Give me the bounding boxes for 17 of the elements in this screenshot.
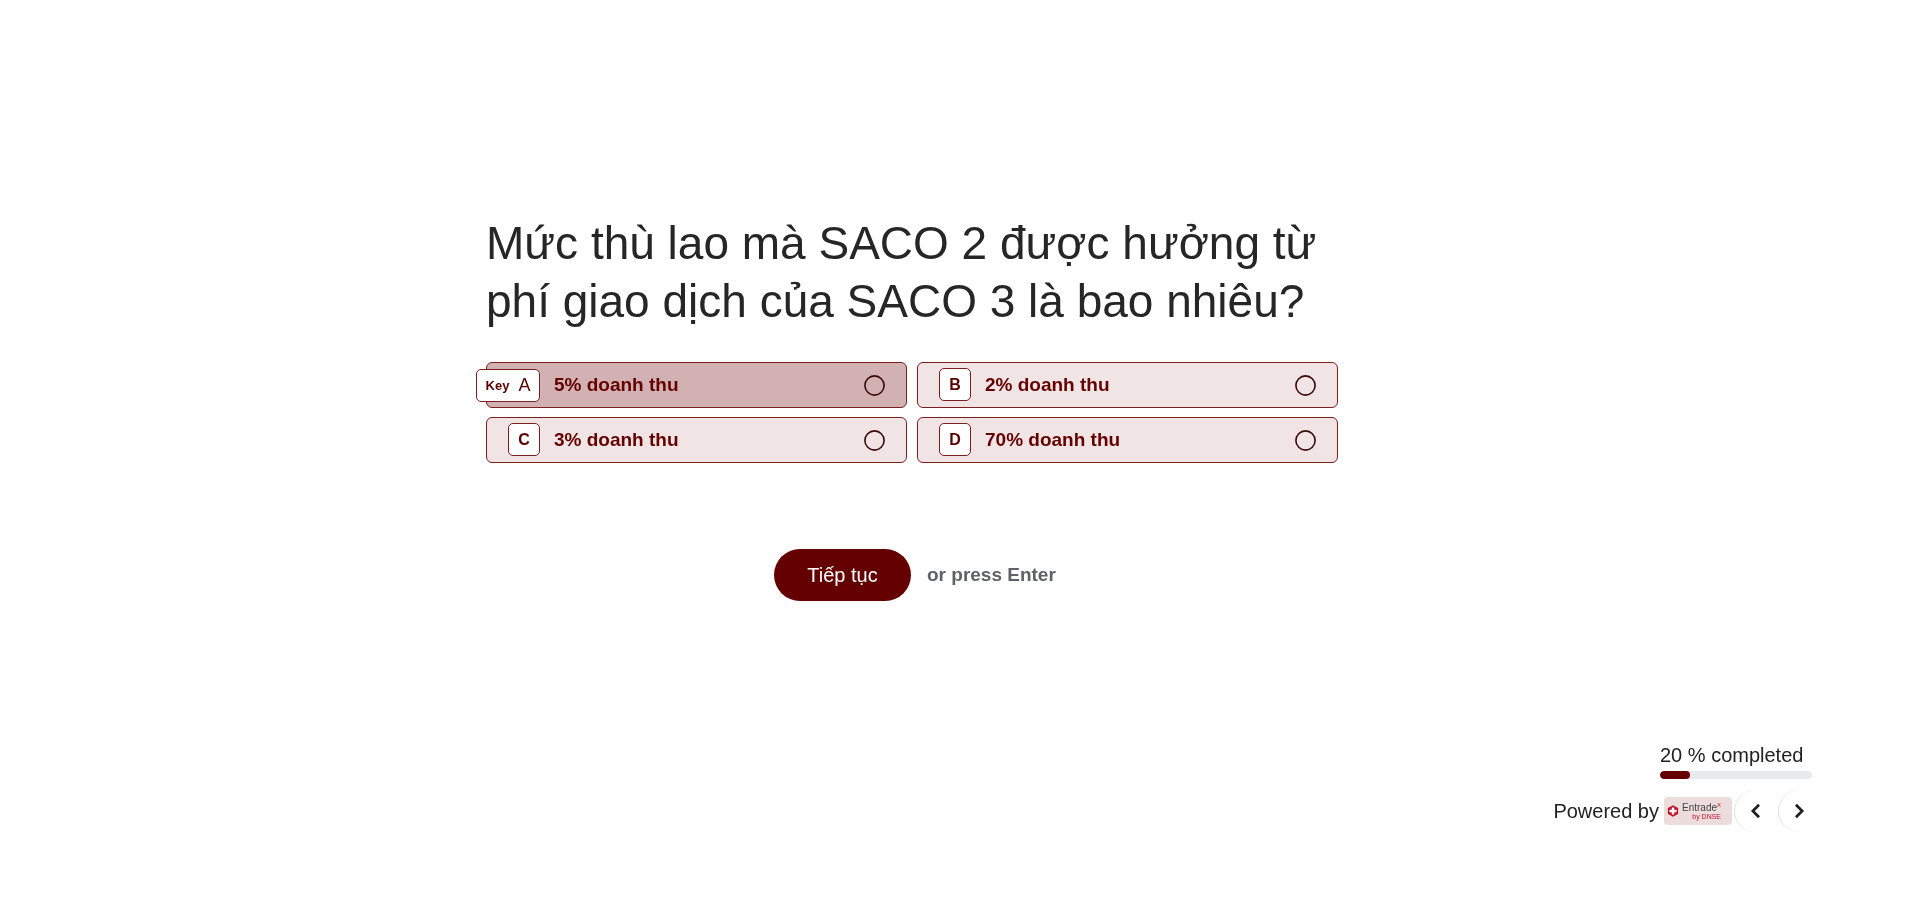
logo-wordmark: Entrade$^{X}$: [1682, 801, 1722, 814]
letter-badge: Key A: [476, 369, 540, 402]
question-text: Mức thù lao mà SACO 2 được hưởng từ phí giao dịch của SACO 3 là bao nhiêu?: [486, 216, 1318, 329]
hexagon-logo-icon: [1667, 805, 1679, 817]
letter-badge: C: [508, 423, 540, 456]
letter-badge: D: [939, 423, 971, 456]
continue-button[interactable]: Tiếp tục: [774, 549, 911, 601]
enter-hint: or press Enter: [927, 564, 1056, 586]
radio-icon[interactable]: [1295, 429, 1316, 451]
chevron-right-icon: [1794, 803, 1805, 819]
radio-icon[interactable]: [864, 429, 885, 451]
radio-icon[interactable]: [1295, 374, 1316, 396]
chevron-left-icon: [1750, 803, 1761, 819]
radio-icon[interactable]: [864, 374, 885, 396]
letter-badge: B: [939, 368, 971, 401]
powered-by-text: Powered by: [1553, 799, 1659, 823]
progress-label: 20 % completed: [1660, 743, 1805, 767]
